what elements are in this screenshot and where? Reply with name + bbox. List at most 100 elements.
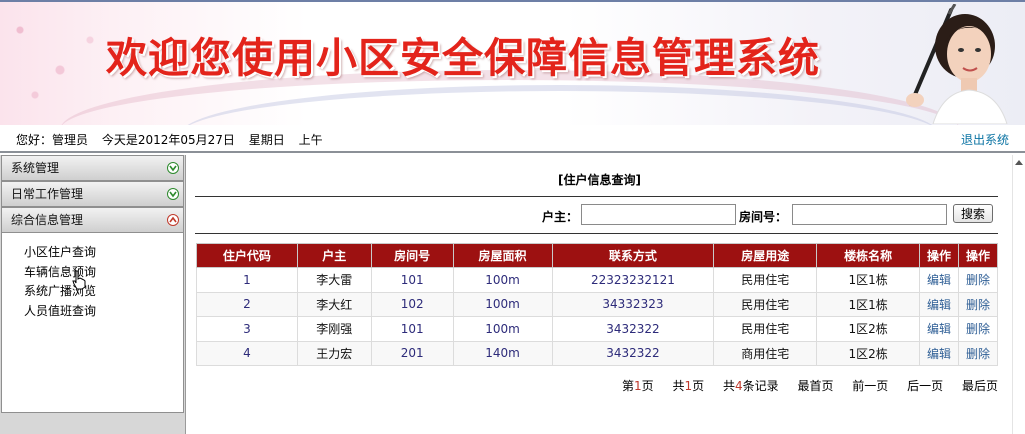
table-row: 1 李大雷 101 100m 22323232121 民用住宅 1区1栋 编辑 … — [196, 267, 998, 293]
cell-room: 101 — [370, 316, 454, 342]
cell-building: 1区1栋 — [816, 267, 921, 293]
table-row: 3 李刚强 101 100m 3432322 民用住宅 1区2栋 编辑 删除 — [196, 316, 998, 342]
search-bar: 户主： 房间号： 搜索 — [187, 204, 998, 226]
menu-label: 系统管理 — [11, 161, 60, 175]
cell-room: 101 — [370, 267, 454, 293]
column-header: 楼栋名称 — [816, 243, 921, 268]
menu-label: 综合信息管理 — [11, 213, 84, 227]
column-header: 房屋面积 — [452, 243, 553, 268]
cell-area: 100m — [452, 316, 553, 342]
column-header: 操作 — [919, 243, 959, 268]
cell-resident-code: 3 — [196, 316, 298, 342]
divider — [195, 233, 998, 234]
weekday-text: 星期日 — [248, 133, 285, 147]
column-header: 住户代码 — [196, 243, 298, 268]
cell-owner: 李大雷 — [296, 267, 372, 293]
column-header: 联系方式 — [551, 243, 715, 268]
greeting-line: 您好：管理员 今天是2012年05月27日 星期日 上午 — [16, 131, 333, 148]
cell-usage: 民用住宅 — [713, 267, 818, 293]
first-page-link[interactable]: 最首页 — [797, 379, 833, 393]
submenu-item-vehicle-info[interactable]: 车辆信息预询 — [2, 263, 183, 283]
column-header: 操作 — [958, 243, 998, 268]
hand-cursor-icon — [72, 270, 86, 290]
column-header: 房屋用途 — [713, 243, 818, 268]
records-suffix: 条记录 — [742, 379, 779, 393]
menu-daily-work[interactable]: 日常工作管理 — [1, 181, 184, 207]
cell-area: 100m — [452, 291, 553, 317]
menu-label: 日常工作管理 — [11, 187, 84, 201]
prev-page-link[interactable]: 前一页 — [852, 379, 888, 393]
submenu-item-broadcast[interactable]: 系统广播浏览 — [2, 282, 183, 302]
edit-link[interactable]: 编辑 — [919, 267, 959, 293]
expand-arrow-icon[interactable] — [167, 162, 179, 174]
cell-area: 100m — [452, 267, 553, 293]
table-header-row: 住户代码 户主 房间号 房屋面积 联系方式 房屋用途 楼栋名称 操作 操作 — [196, 243, 998, 268]
cell-contact: 34332323 — [551, 291, 715, 317]
cell-area: 140m — [452, 340, 553, 366]
banner-woman-photo — [906, 4, 1008, 124]
logout-link[interactable]: 退出系统 — [961, 131, 1009, 148]
submenu-integrated-info: 小区住户查询 车辆信息预询 系统广播浏览 人员值班查询 — [1, 233, 184, 413]
edit-link[interactable]: 编辑 — [919, 340, 959, 366]
search-button[interactable]: 搜索 — [953, 204, 993, 223]
divider — [195, 196, 998, 197]
room-input[interactable] — [792, 204, 947, 225]
owner-input[interactable] — [581, 204, 736, 225]
records-prefix: 共 — [722, 379, 735, 393]
expand-arrow-icon[interactable] — [167, 188, 179, 200]
menu-system-management[interactable]: 系统管理 — [1, 155, 184, 181]
next-page-link[interactable]: 后一页 — [907, 379, 943, 393]
residents-table: 住户代码 户主 房间号 房屋面积 联系方式 房屋用途 楼栋名称 操作 操作 1 … — [196, 243, 998, 366]
cell-room: 102 — [370, 291, 454, 317]
table-row: 2 李大红 102 100m 34332323 民用住宅 1区1栋 编辑 删除 — [196, 291, 998, 317]
current-page: 第1页 — [622, 379, 654, 393]
total-pages-number: 1 — [684, 379, 693, 393]
cell-owner: 李大红 — [296, 291, 372, 317]
last-page-link[interactable]: 最后页 — [962, 379, 998, 393]
page-prefix: 第 — [621, 379, 634, 393]
scroll-up-arrow-icon[interactable] — [1015, 160, 1023, 165]
delete-link[interactable]: 删除 — [958, 340, 998, 366]
pagination: 第1页 共1页 共4条记录 最首页 前一页 后一页 最后页 — [622, 377, 998, 394]
cell-owner: 李刚强 — [296, 316, 372, 342]
table-row: 4 王力宏 201 140m 3432322 商用住宅 1区2栋 编辑 删除 — [196, 340, 998, 366]
main-panel: [住户信息查询] 户主： 房间号： 搜索 住户代码 户主 房间号 房屋面积 联系… — [187, 155, 1012, 434]
owner-label: 户主： — [542, 210, 579, 224]
banner-top-line — [0, 0, 1025, 2]
cell-building: 1区2栋 — [816, 316, 921, 342]
room-label: 房间号： — [739, 210, 788, 224]
records-number: 4 — [734, 379, 743, 393]
submenu-item-duty-query[interactable]: 人员值班查询 — [2, 302, 183, 322]
total-records: 共4条记录 — [723, 379, 779, 393]
page-title: [住户信息查询] — [558, 173, 641, 187]
cell-building: 1区2栋 — [816, 340, 921, 366]
cell-building: 1区1栋 — [816, 291, 921, 317]
menu-integrated-info[interactable]: 综合信息管理 — [1, 207, 184, 233]
delete-link[interactable]: 删除 — [958, 267, 998, 293]
vertical-scrollbar[interactable] — [1012, 155, 1025, 434]
edit-link[interactable]: 编辑 — [919, 291, 959, 317]
cell-resident-code: 4 — [196, 340, 298, 366]
banner: 欢迎您使用小区安全保障信息管理系统 — [0, 0, 1025, 125]
cell-contact: 3432322 — [551, 340, 715, 366]
page-suffix: 页 — [641, 379, 654, 393]
cell-contact: 3432322 — [551, 316, 715, 342]
cell-usage: 商用住宅 — [713, 340, 818, 366]
info-bar: 您好：管理员 今天是2012年05月27日 星期日 上午 退出系统 — [0, 125, 1025, 153]
collapse-arrow-icon[interactable] — [167, 214, 179, 226]
cell-usage: 民用住宅 — [713, 316, 818, 342]
greeting-text: 您好：管理员 — [16, 133, 89, 147]
submenu-item-residents-query[interactable]: 小区住户查询 — [2, 243, 183, 263]
column-header: 房间号 — [370, 243, 454, 268]
delete-link[interactable]: 删除 — [958, 291, 998, 317]
cell-resident-code: 1 — [196, 267, 298, 293]
period-text: 上午 — [298, 133, 323, 147]
cell-usage: 民用住宅 — [713, 291, 818, 317]
cell-contact: 22323232121 — [551, 267, 715, 293]
delete-link[interactable]: 删除 — [958, 316, 998, 342]
date-text: 今天是2012年05月27日 — [101, 133, 235, 147]
total-prefix: 共 — [672, 379, 685, 393]
edit-link[interactable]: 编辑 — [919, 316, 959, 342]
total-pages: 共1页 — [672, 379, 704, 393]
total-suffix: 页 — [692, 379, 705, 393]
